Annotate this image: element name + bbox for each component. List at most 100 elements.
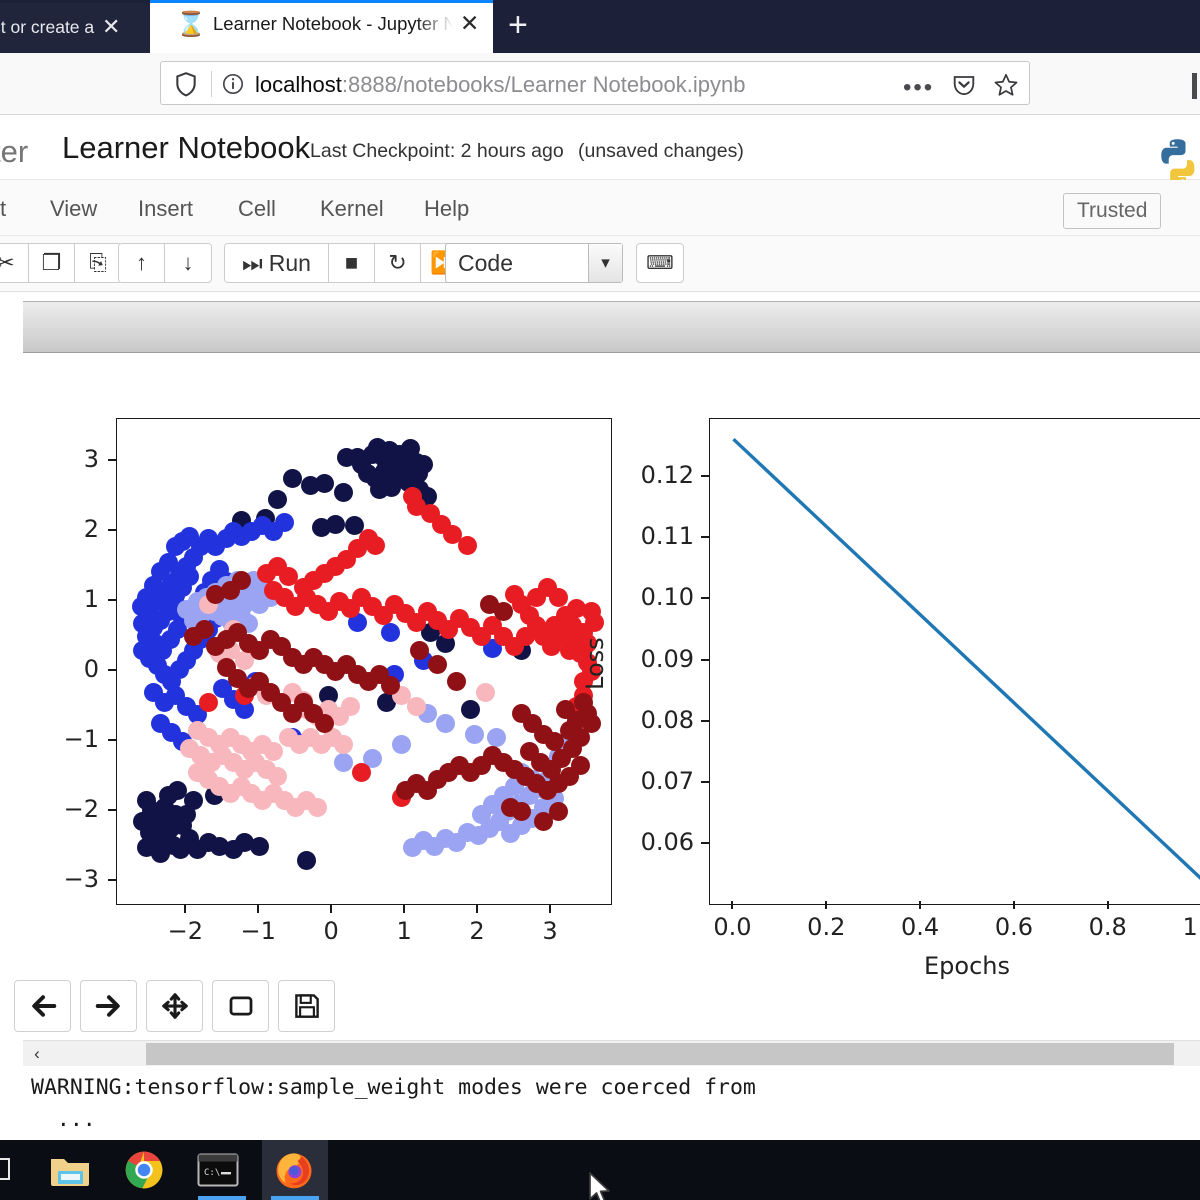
notebook-title[interactable]: Learner Notebook (62, 130, 310, 166)
menu-item-cell[interactable]: Cell (238, 196, 276, 222)
y-tick-mark (108, 809, 116, 812)
back-button[interactable] (14, 980, 71, 1032)
menu-item-help[interactable]: Help (424, 196, 469, 222)
y-tick-label: 0.11 (640, 522, 694, 551)
x-tick-label: −2 (167, 917, 203, 945)
scatter-point (333, 752, 353, 772)
x-tick-label: 0 (323, 917, 339, 945)
zoom-rect-button[interactable] (212, 980, 269, 1032)
y-tick-mark (701, 719, 709, 722)
forward-button[interactable] (80, 980, 137, 1032)
scatter-plot-axes[interactable] (116, 418, 612, 905)
output-horizontal-scrollbar[interactable]: ‹ (23, 1040, 1200, 1066)
loss-plot-axes[interactable] (709, 418, 1200, 905)
url-bar[interactable]: localhost:8888/notebooks/Learner Noteboo… (160, 61, 1030, 105)
copy-button[interactable]: ❐ (29, 244, 75, 282)
x-tick-label: −1 (240, 917, 276, 945)
jupyter-header: ter Learner Notebook Last Checkpoint: 2 … (0, 116, 1200, 185)
scatter-point (486, 728, 506, 748)
x-tick-label: 1 (396, 917, 412, 945)
scatter-point (267, 766, 287, 786)
menu-item-edit[interactable]: t (0, 196, 6, 222)
scatter-point (381, 675, 401, 695)
scatter-point (479, 595, 499, 615)
notebook-body: −3 −2 −1 0 1 2 3 −2 −1 0 1 2 3 0.06 0.07 0.08 0.09 0.10 0… (0, 292, 1200, 1200)
x-tick-mark (476, 905, 479, 913)
x-tick-mark (919, 901, 922, 909)
right-arrow-icon (95, 995, 120, 1017)
y-tick-label: 0.08 (640, 705, 694, 734)
scrollbar-thumb[interactable] (146, 1043, 1174, 1065)
y-tick-mark (701, 536, 709, 539)
scatter-point (257, 563, 277, 583)
run-label: Run (268, 249, 311, 276)
paste-button[interactable]: ⎘ (75, 244, 121, 282)
chevron-down-icon[interactable]: ▾ (588, 244, 622, 282)
taskbar-search-icon[interactable] (0, 1158, 10, 1180)
x-tick-label: 0.8 (1088, 913, 1127, 941)
x-tick-mark (184, 905, 187, 913)
y-tick-mark (701, 597, 709, 600)
scatter-point (457, 535, 477, 555)
y-tick-mark (108, 669, 116, 672)
x-tick-label: 1.0 (1182, 913, 1200, 941)
pan-button[interactable] (146, 980, 203, 1032)
new-tab-button[interactable]: + (508, 8, 528, 42)
jupyter-toolbar: ✂ ❐ ⎘ ↑ ↓ ⏭ Run ■ ↻ ⏩ Code ▾ ⌨ (0, 236, 1200, 292)
move-cross-icon (161, 993, 188, 1019)
cell-type-select[interactable]: Code ▾ (445, 243, 623, 283)
save-figure-button[interactable] (278, 980, 335, 1032)
chrome-icon[interactable] (112, 1146, 176, 1194)
toolbar-group-run: ⏭ Run ■ ↻ ⏩ (224, 243, 468, 283)
y-tick-mark (108, 529, 116, 532)
run-button[interactable]: ⏭ Run (225, 244, 329, 282)
toolbar-overflow-icon[interactable] (1192, 73, 1197, 99)
x-tick-mark (731, 901, 734, 909)
jupyter-logo[interactable]: ter (0, 134, 28, 170)
scatter-point (402, 838, 422, 858)
pocket-icon[interactable] (949, 72, 979, 98)
loss-line (732, 437, 1200, 880)
command-prompt-icon[interactable]: C:\ (186, 1146, 250, 1194)
keyboard-shortcuts-button[interactable]: ⌨ (636, 243, 684, 283)
screen: ct or create a ✕ ⌛ Learner Notebook - Ju… (0, 0, 1200, 1200)
page-actions-icon[interactable]: ••• (903, 74, 934, 102)
x-tick-label: 2 (469, 917, 485, 945)
bookmark-star-icon[interactable] (991, 72, 1021, 98)
scatter-point (311, 518, 331, 538)
cell-type-value: Code (458, 249, 513, 276)
scatter-point (231, 570, 251, 590)
x-tick-mark (403, 905, 406, 913)
y-tick-mark (701, 475, 709, 478)
move-cell-up-button[interactable]: ↑ (119, 244, 165, 282)
y-tick-mark (701, 841, 709, 844)
matplotlib-toolbar (14, 980, 335, 1032)
menu-item-view[interactable]: View (50, 196, 97, 222)
close-icon[interactable]: ✕ (460, 12, 479, 35)
tracking-protection-shield-icon[interactable] (173, 71, 199, 97)
collapsed-cell-bar[interactable] (23, 301, 1200, 353)
matplotlib-figure: −3 −2 −1 0 1 2 3 −2 −1 0 1 2 3 0.06 0.07 0.08 0.09 0.10 0… (0, 412, 1200, 1200)
y-tick-mark (108, 879, 116, 882)
url-text: localhost:8888/notebooks/Learner Noteboo… (255, 72, 745, 98)
jupyter-menu-bar: t View Insert Cell Kernel Help Trusted (0, 180, 1200, 236)
menu-item-insert[interactable]: Insert (138, 196, 193, 222)
scatter-point (548, 801, 568, 821)
menu-item-kernel[interactable]: Kernel (320, 196, 384, 222)
file-explorer-icon[interactable] (38, 1146, 102, 1194)
site-info-icon[interactable] (221, 72, 245, 96)
scroll-left-icon[interactable]: ‹ (23, 1041, 51, 1067)
x-axis-label: Epochs (924, 952, 1010, 980)
interrupt-kernel-button[interactable]: ■ (329, 244, 375, 282)
scatter-point (501, 824, 521, 844)
cut-button[interactable]: ✂ (0, 244, 29, 282)
firefox-icon[interactable] (262, 1146, 326, 1194)
move-cell-down-button[interactable]: ↓ (165, 244, 211, 282)
close-icon[interactable]: ✕ (102, 16, 120, 38)
trusted-badge[interactable]: Trusted (1063, 193, 1162, 229)
restart-kernel-button[interactable]: ↻ (375, 244, 421, 282)
browser-tab-active[interactable]: ⌛ Learner Notebook - Jupyter Notebook ✕ (150, 0, 493, 53)
scatter-point (308, 798, 328, 818)
rectangle-icon (229, 996, 252, 1016)
scatter-point (446, 672, 466, 692)
